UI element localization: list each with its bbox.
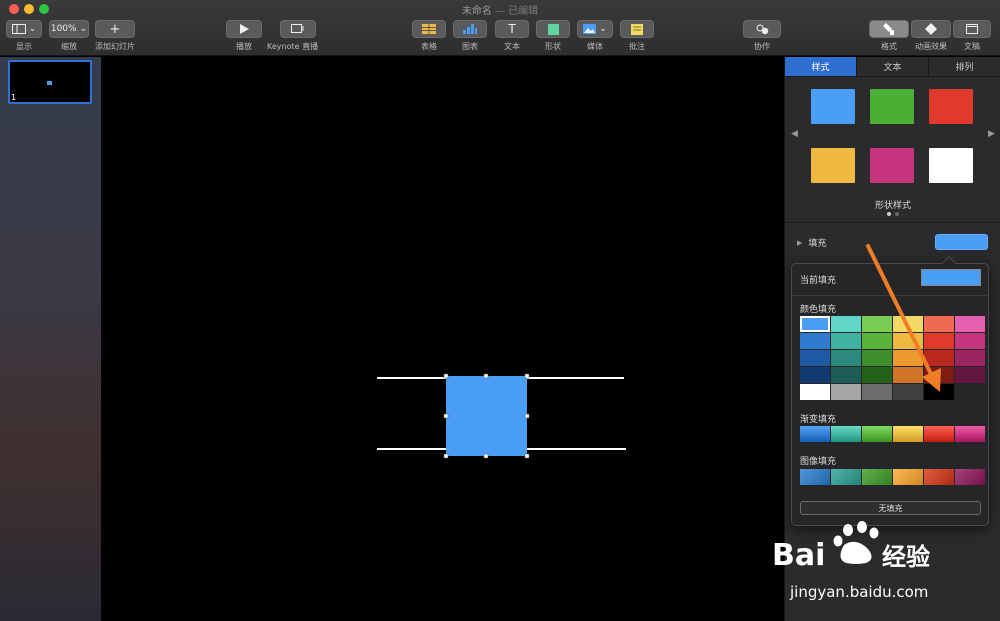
keynote-window: 未命名 — 已编辑 ⌄ 显示 100% ⌄ 缩放 + 添加幻灯片 播放 Keyn… [0, 0, 1000, 621]
annotation-arrow-line [866, 244, 935, 380]
baidu-watermark: Bai 经验 jingyan.baidu.com [770, 515, 960, 615]
svg-text:经验: 经验 [882, 543, 930, 571]
watermark-url: jingyan.baidu.com [790, 583, 929, 601]
baidu-logo: Bai 经验 [772, 521, 930, 573]
svg-text:Bai: Bai [772, 538, 825, 573]
